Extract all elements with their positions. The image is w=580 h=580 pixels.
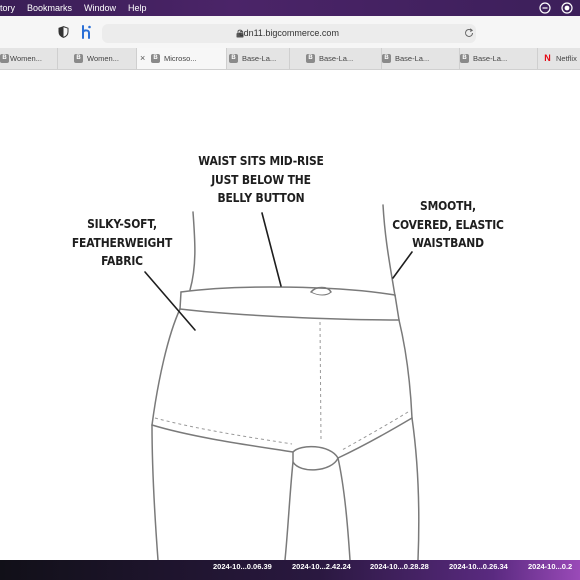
page-content: WAIST SITS MID-RISE JUST BELOW THE BELLY…: [0, 70, 580, 560]
tab-label: Base-La...: [242, 54, 277, 63]
menu-history[interactable]: tory: [0, 0, 15, 16]
tab-base-layer-3[interactable]: B Base-La...: [382, 48, 460, 69]
waistband-label-line: SMOOTH,: [420, 198, 476, 213]
tab-label: Women...: [10, 54, 42, 63]
waist-callout-label: WAIST SITS MID-RISE JUST BELOW THE BELLY…: [190, 152, 333, 208]
tab-favicon: B: [382, 54, 391, 63]
waistband-label-line: COVERED, ELASTIC: [392, 216, 504, 232]
minus-circle-icon[interactable]: [539, 2, 551, 14]
tab-favicon: B: [306, 54, 315, 63]
menu-window[interactable]: Window: [84, 0, 116, 16]
desktop-screenshot-file[interactable]: 2024-10...2.42.24: [292, 562, 351, 571]
record-circle-icon[interactable]: [561, 2, 573, 14]
menu-bar: tory Bookmarks Window Help: [0, 0, 580, 16]
waistband-label-line: WAISTBAND: [412, 235, 484, 250]
desktop-screenshot-file[interactable]: 2024-10...0.28.28: [370, 562, 429, 571]
honey-extension-icon[interactable]: [80, 25, 93, 39]
desktop-screenshot-file[interactable]: 2024-10...0.06.39: [213, 562, 272, 571]
waist-label-line: JUST BELOW THE: [211, 171, 311, 187]
menu-help[interactable]: Help: [128, 0, 147, 16]
shield-icon[interactable]: [58, 26, 69, 38]
desktop-screenshot-file[interactable]: 2024-10...0.26.34: [449, 562, 508, 571]
tab-label: Netflix: [556, 54, 577, 63]
fabric-callout-label: SILKY-SOFT, FEATHERWEIGHT FABRIC: [67, 215, 177, 271]
address-bar[interactable]: cdn11.bigcommerce.com: [102, 24, 476, 43]
tab-favicon: B: [151, 54, 160, 63]
tab-women-1[interactable]: B Women...: [0, 48, 58, 69]
fabric-label-line: FEATHERWEIGHT: [71, 234, 173, 250]
tab-favicon: B: [74, 54, 83, 63]
tab-base-layer-1[interactable]: B Base-La...: [227, 48, 290, 69]
tab-favicon: B: [460, 54, 469, 63]
waist-label-line: WAIST SITS MID-RISE: [198, 153, 324, 168]
netflix-logo-icon: N: [544, 53, 551, 63]
tab-favicon: B: [0, 54, 9, 63]
address-url: cdn11.bigcommerce.com: [239, 28, 339, 38]
fabric-label-line: SILKY-SOFT,: [87, 216, 157, 231]
tab-close-icon[interactable]: ×: [140, 48, 145, 69]
tab-label: Base-La...: [395, 54, 430, 63]
tab-base-layer-2[interactable]: B Base-La...: [290, 48, 382, 69]
underwear-diagram-illustration: [144, 204, 420, 560]
tab-label: Women...: [87, 54, 119, 63]
tab-label: Microso...: [164, 54, 197, 63]
tab-label: Base-La...: [473, 54, 508, 63]
tab-microsoft[interactable]: × B Microso...: [137, 48, 227, 69]
tab-women-2[interactable]: B Women...: [58, 48, 137, 69]
waistband-callout-label: SMOOTH, COVERED, ELASTIC WAISTBAND: [388, 197, 508, 253]
tab-base-layer-4[interactable]: B Base-La...: [460, 48, 538, 69]
desktop-strip: 2024-10...0.06.39 2024-10...2.42.24 2024…: [0, 560, 580, 580]
waist-label-line: BELLY BUTTON: [217, 190, 305, 205]
tab-netflix[interactable]: N Netflix: [538, 48, 580, 69]
fabric-label-line: FABRIC: [101, 253, 143, 268]
desktop-screenshot-file[interactable]: 2024-10...0.2: [528, 562, 572, 571]
tab-label: Base-La...: [319, 54, 354, 63]
menu-bookmarks[interactable]: Bookmarks: [27, 0, 72, 16]
tab-favicon: B: [229, 54, 238, 63]
reload-icon[interactable]: [464, 28, 474, 38]
tab-strip: B Women... B Women... × B Microso... B B…: [0, 48, 580, 70]
